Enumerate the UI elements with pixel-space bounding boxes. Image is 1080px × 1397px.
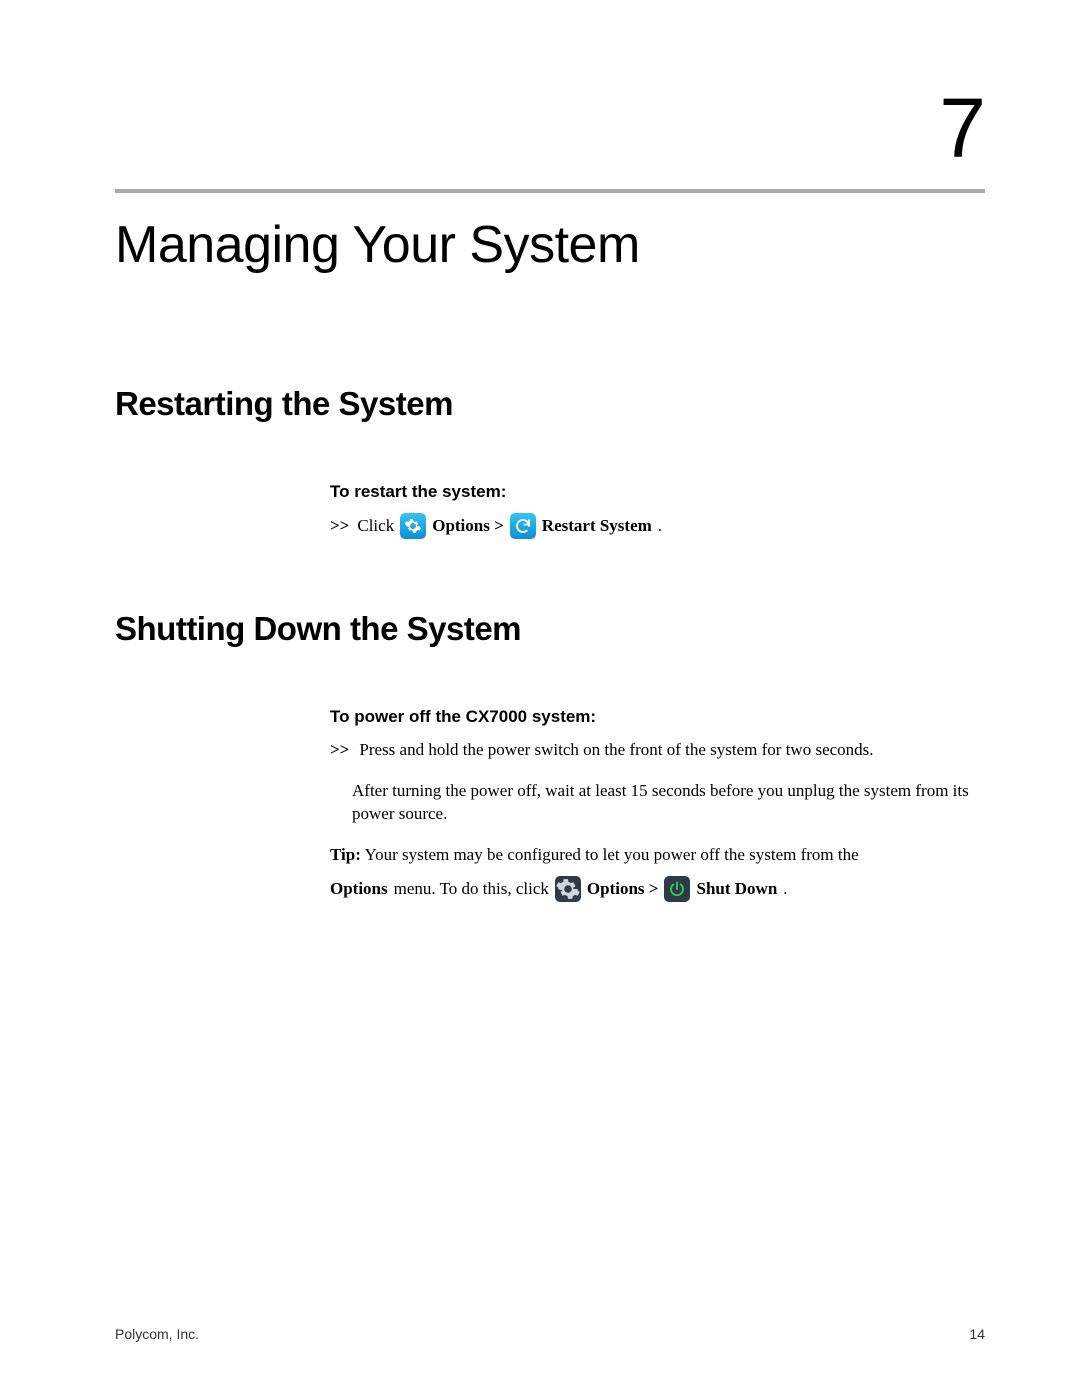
chapter-number: 7 — [115, 80, 985, 177]
chapter-title: Managing Your System — [115, 215, 985, 275]
section-shutdown-heading: Shutting Down the System — [115, 610, 985, 648]
power-icon — [664, 876, 690, 902]
page: 7 Managing Your System Restarting the Sy… — [0, 0, 1080, 1397]
footer-company: Polycom, Inc. — [115, 1326, 199, 1342]
chapter-rule — [115, 189, 985, 193]
click-text: Click — [357, 515, 394, 538]
gear-icon — [400, 513, 426, 539]
section-restarting-heading: Restarting the System — [115, 385, 985, 423]
shutdown-block: To power off the CX7000 system: >> Press… — [330, 706, 985, 903]
footer-page-number: 14 — [969, 1326, 985, 1342]
dot-2: . — [783, 878, 787, 901]
menu-text: menu. To do this, click — [394, 878, 549, 901]
step-marker: >> — [330, 515, 349, 538]
gear-dark-icon — [555, 876, 581, 902]
options-label: Options > — [432, 515, 504, 538]
after-text: After turning the power off, wait at lea… — [352, 780, 985, 826]
shutdown-step: >> Press and hold the power switch on th… — [330, 739, 985, 762]
restart-icon — [510, 513, 536, 539]
tip-row-2: Options menu. To do this, click Options … — [330, 877, 985, 903]
options-label-2: Options > — [587, 878, 659, 901]
restart-system-label: Restart System — [542, 515, 652, 538]
restart-block: To restart the system: >> Click Options … — [330, 481, 985, 540]
shutdown-step-text: Press and hold the power switch on the f… — [359, 739, 873, 762]
step-marker-2: >> — [330, 739, 349, 762]
page-footer: Polycom, Inc. 14 — [115, 1326, 985, 1342]
tip-text-1: Your system may be configured to let you… — [365, 845, 859, 864]
tip-label: Tip: — [330, 845, 361, 864]
shutdown-proc-heading: To power off the CX7000 system: — [330, 706, 985, 729]
dot: . — [658, 515, 662, 538]
shutdown-label: Shut Down — [696, 878, 777, 901]
tip-row-1: Tip: Your system may be configured to le… — [330, 844, 985, 867]
restart-step-row: >> Click Options > Restart System. — [330, 514, 985, 540]
restart-proc-heading: To restart the system: — [330, 481, 985, 504]
options-menu-word: Options — [330, 878, 388, 901]
